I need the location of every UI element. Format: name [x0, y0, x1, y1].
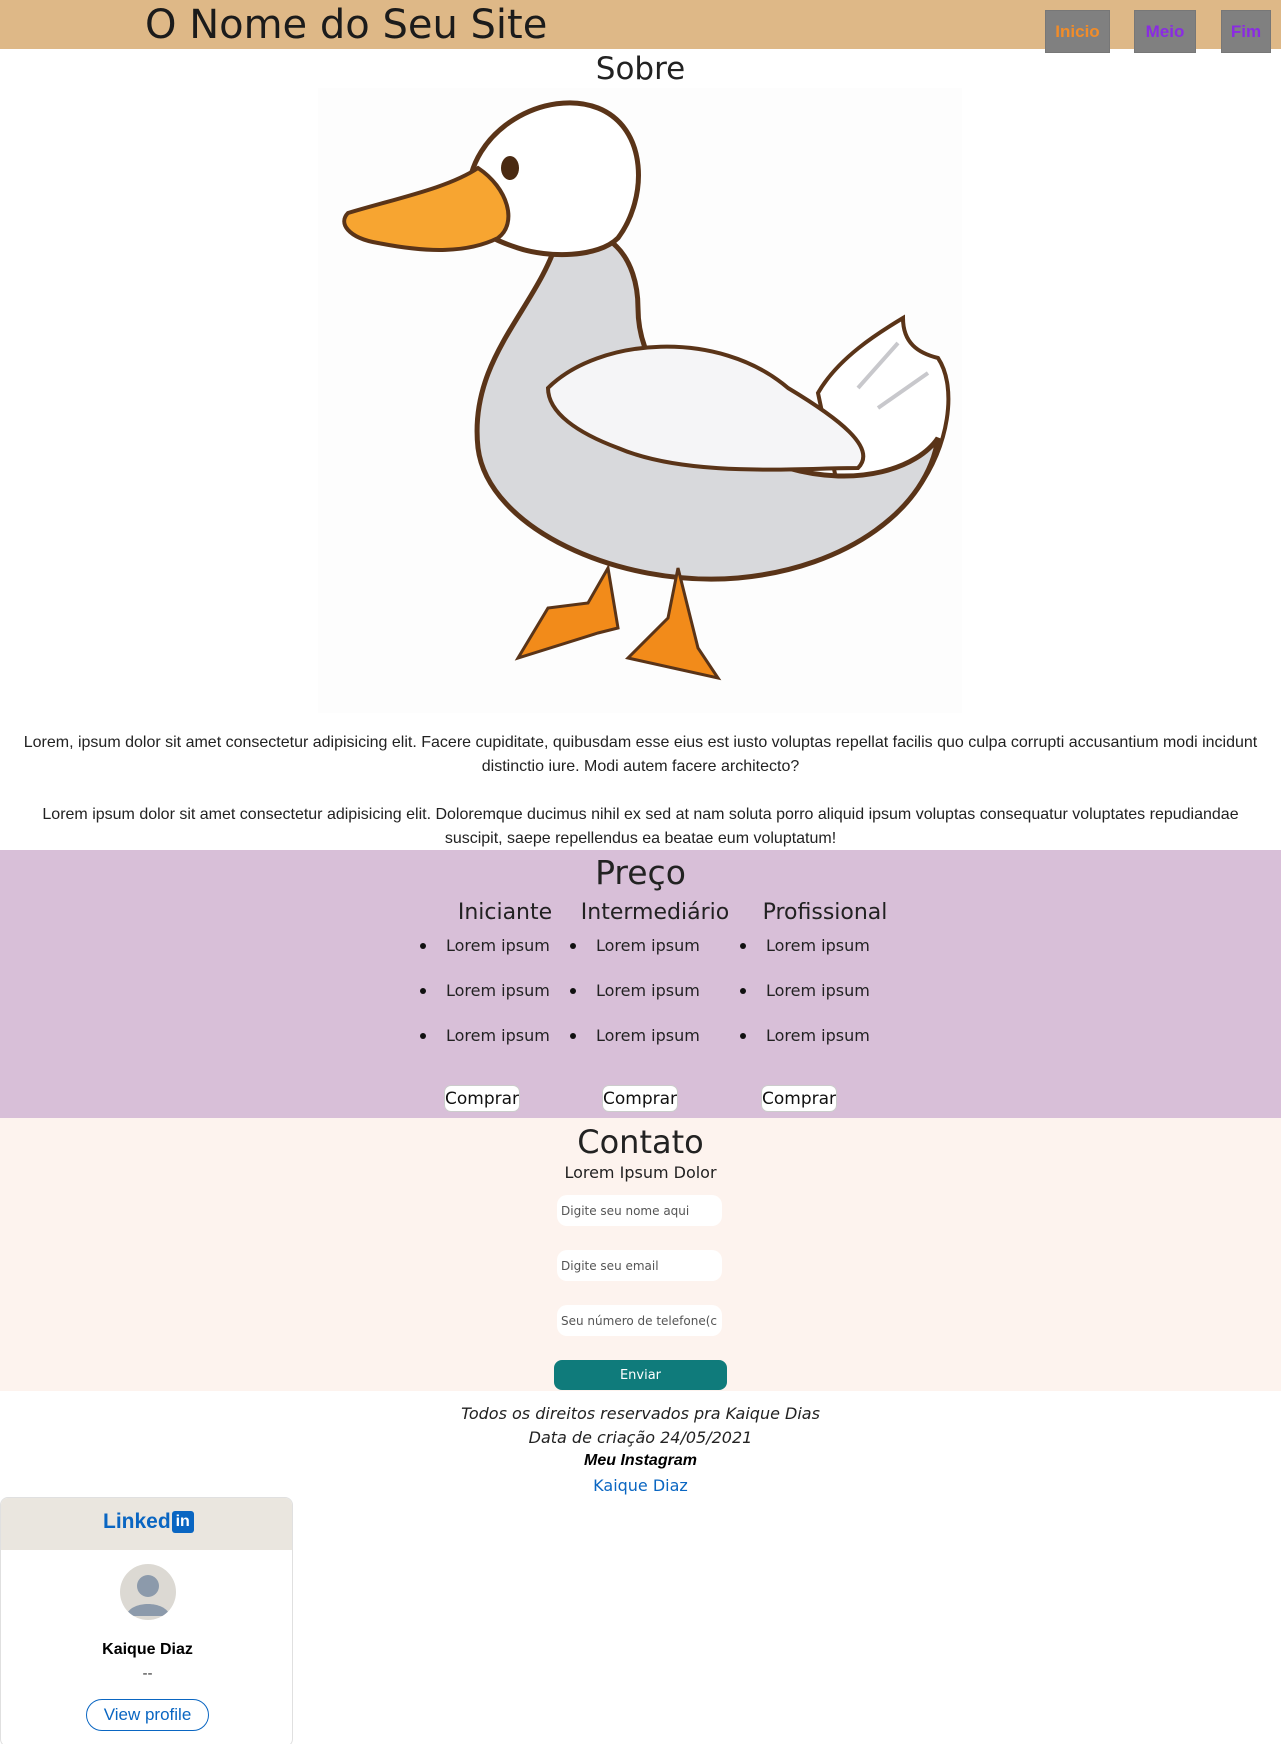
instagram-label: Meu Instagram [584, 1452, 697, 1469]
footer-rights: Todos os direitos reservados pra Kaique … [461, 1404, 820, 1423]
buy-intermediario-button[interactable]: Comprar [602, 1085, 678, 1112]
plan-intermediario: Intermediário Lorem ipsum Lorem ipsum Lo… [570, 900, 740, 1070]
plan-name: Iniciante [457, 900, 553, 925]
view-profile-button[interactable]: View profile [86, 1699, 209, 1731]
sobre-title: Sobre [595, 51, 686, 87]
pricing-title: Preço [595, 853, 686, 892]
linkedin-logo: Linked in [103, 1510, 194, 1534]
phone-input[interactable]: Seu número de telefone(c [557, 1305, 722, 1336]
plan-feature: Lorem ipsum [740, 980, 910, 1025]
footer-date: Data de criação 24/05/2021 [528, 1428, 753, 1447]
linkedin-header: Linked in [1, 1498, 292, 1550]
instagram-link[interactable]: Kaique Diaz [0, 1476, 1281, 1495]
plan-feature: Lorem ipsum [570, 1025, 740, 1070]
buy-profissional-button[interactable]: Comprar [761, 1085, 837, 1112]
plan-features: Lorem ipsum Lorem ipsum Lorem ipsum [740, 935, 910, 1070]
plan-feature: Lorem ipsum [420, 980, 590, 1025]
plan-feature: Lorem ipsum [570, 935, 740, 980]
contact-subtitle: Lorem Ipsum Dolor [564, 1163, 717, 1182]
contact-section: Contato Lorem Ipsum Dolor Digite seu nom… [0, 1118, 1281, 1391]
linkedin-badge: Linked in Kaique Diaz -- View profile [0, 1497, 293, 1744]
site-header: O Nome do Seu Site Inicio Meio Fim [0, 0, 1281, 53]
contact-title: Contato [577, 1123, 704, 1161]
plan-feature: Lorem ipsum [570, 980, 740, 1025]
profile-headline: -- [142, 1666, 153, 1682]
send-button[interactable]: Enviar [554, 1360, 727, 1390]
plan-feature: Lorem ipsum [740, 935, 910, 980]
name-input[interactable]: Digite seu nome aqui [557, 1195, 722, 1226]
plan-features: Lorem ipsum Lorem ipsum Lorem ipsum [570, 935, 740, 1070]
plan-feature: Lorem ipsum [420, 935, 590, 980]
nav-meio-button[interactable]: Meio [1134, 10, 1196, 53]
email-input[interactable]: Digite seu email [557, 1250, 722, 1281]
plan-feature: Lorem ipsum [420, 1025, 590, 1070]
linkedin-wordmark: Linked [103, 1510, 171, 1533]
plan-name: Profissional [762, 900, 888, 925]
profile-name: Kaique Diaz [102, 1641, 193, 1658]
site-title: O Nome do Seu Site [145, 2, 548, 48]
linkedin-in-box: in [171, 1511, 194, 1533]
plan-iniciante: Iniciante Lorem ipsum Lorem ipsum Lorem … [420, 900, 590, 1070]
plan-profissional: Profissional Lorem ipsum Lorem ipsum Lor… [740, 900, 910, 1070]
duck-illustration [318, 88, 962, 713]
plan-feature: Lorem ipsum [740, 1025, 910, 1070]
sobre-paragraph-2: Lorem ipsum dolor sit amet consectetur a… [42, 806, 1239, 847]
plan-name: Intermediário [580, 900, 730, 925]
sobre-paragraph-1: Lorem, ipsum dolor sit amet consectetur … [23, 734, 1258, 775]
plan-features: Lorem ipsum Lorem ipsum Lorem ipsum [420, 935, 590, 1070]
buy-iniciante-button[interactable]: Comprar [444, 1085, 520, 1112]
nav-fim-button[interactable]: Fim [1221, 10, 1271, 53]
nav-inicio-button[interactable]: Inicio [1045, 10, 1110, 53]
pricing-section: Preço Iniciante Lorem ipsum Lorem ipsum … [0, 850, 1281, 1118]
avatar [120, 1564, 176, 1620]
